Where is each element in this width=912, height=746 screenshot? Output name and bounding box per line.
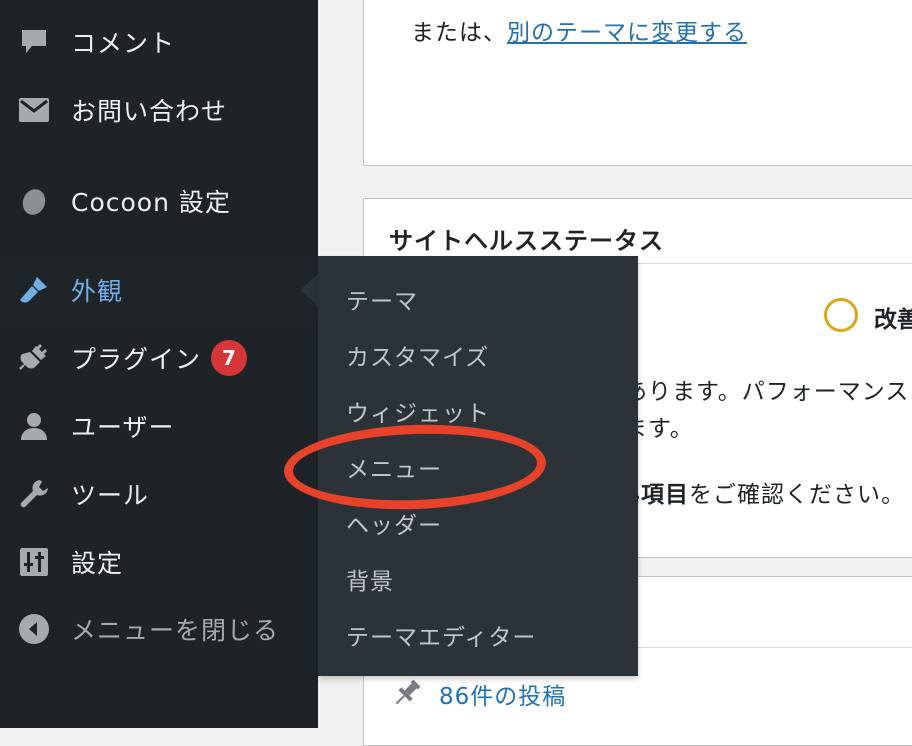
health-text-line-3: をご確認ください。 [689, 482, 906, 508]
submenu-item-widgets[interactable]: ウィジェット [346, 394, 490, 428]
theme-card: または、別のテーマに変更する [363, 0, 912, 166]
sidebar-item-tools[interactable]: ツール [0, 461, 318, 527]
pin-icon [390, 676, 424, 710]
submenu-item-background[interactable]: 背景 [346, 562, 394, 596]
submenu-item-themes[interactable]: テーマ [346, 282, 418, 316]
admin-sidebar: コメント お問い合わせ Cocoon 設定 外観 プラグイン 7 ユーザー ツー… [0, 0, 318, 728]
sidebar-item-appearance[interactable]: 外観 [0, 257, 318, 323]
sidebar-item-settings[interactable]: 設定 [0, 529, 318, 595]
posts-count-link[interactable]: 86件の投稿 [439, 677, 566, 711]
submenu-item-theme-editor[interactable]: テーマエディター [346, 618, 536, 652]
sidebar-item-contact[interactable]: お問い合わせ [0, 77, 318, 143]
cocoon-icon [17, 184, 51, 218]
comment-icon [17, 25, 51, 59]
mail-icon [17, 93, 51, 127]
collapse-menu-button[interactable]: メニューを閉じる [0, 596, 318, 662]
user-icon [17, 409, 51, 443]
sidebar-item-comments[interactable]: コメント [0, 9, 318, 75]
collapse-arrow-icon [17, 612, 51, 646]
settings-sliders-icon [17, 545, 51, 579]
health-text-line-1: あります。パフォーマンス [624, 379, 910, 405]
site-health-title: サイトヘルスステータス [389, 227, 664, 255]
submenu-item-customize[interactable]: カスタマイズ [346, 338, 489, 372]
sidebar-item-cocoon[interactable]: Cocoon 設定 [0, 168, 318, 234]
status-ring-icon [824, 298, 858, 332]
sidebar-item-plugins[interactable]: プラグイン 7 [0, 325, 318, 391]
plugin-icon [17, 341, 51, 375]
status-label: 改善 [874, 307, 912, 333]
submenu-item-header[interactable]: ヘッダー [346, 506, 442, 540]
sidebar-item-users[interactable]: ユーザー [0, 393, 318, 459]
plugin-update-badge: 7 [211, 340, 247, 376]
flyout-pointer [300, 274, 318, 306]
appearance-brush-icon [17, 273, 51, 307]
wrench-icon [17, 477, 51, 511]
change-theme-link[interactable]: 別のテーマに変更する [507, 20, 747, 46]
theme-change-prefix: または、 [411, 20, 507, 46]
